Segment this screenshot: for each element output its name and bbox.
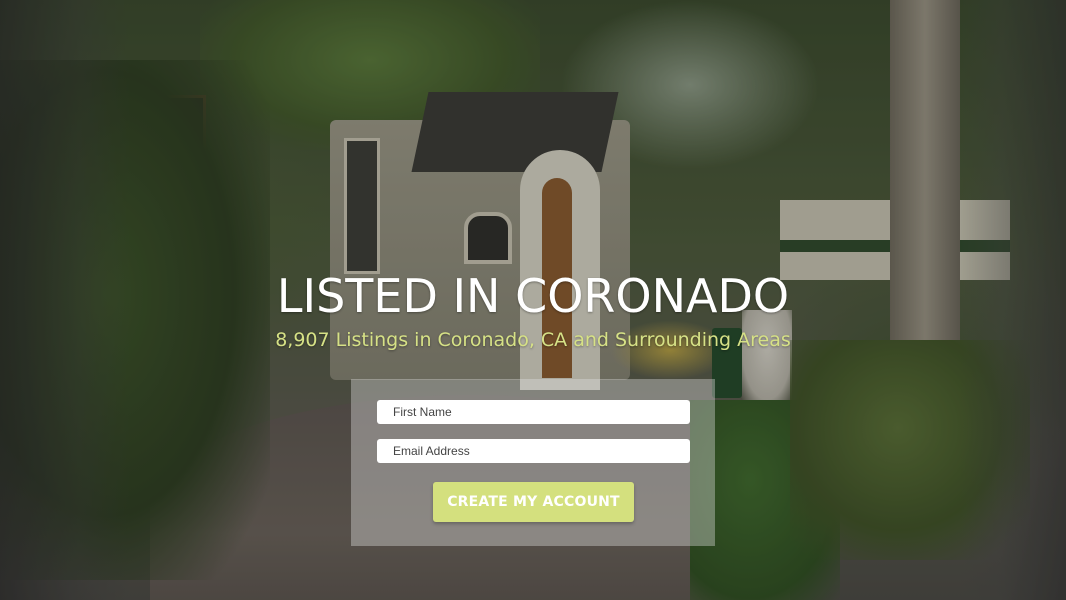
hero-section: LISTED IN CORONADO 8,907 Listings in Cor…	[0, 0, 1066, 600]
create-account-button[interactable]: CREATE MY ACCOUNT	[433, 482, 634, 522]
first-name-input[interactable]	[377, 400, 690, 424]
listings-count-subtitle: 8,907 Listings in Coronado, CA and Surro…	[275, 329, 791, 351]
signup-form: CREATE MY ACCOUNT	[351, 379, 715, 546]
email-input[interactable]	[377, 439, 690, 463]
page-title: LISTED IN CORONADO	[276, 269, 790, 323]
